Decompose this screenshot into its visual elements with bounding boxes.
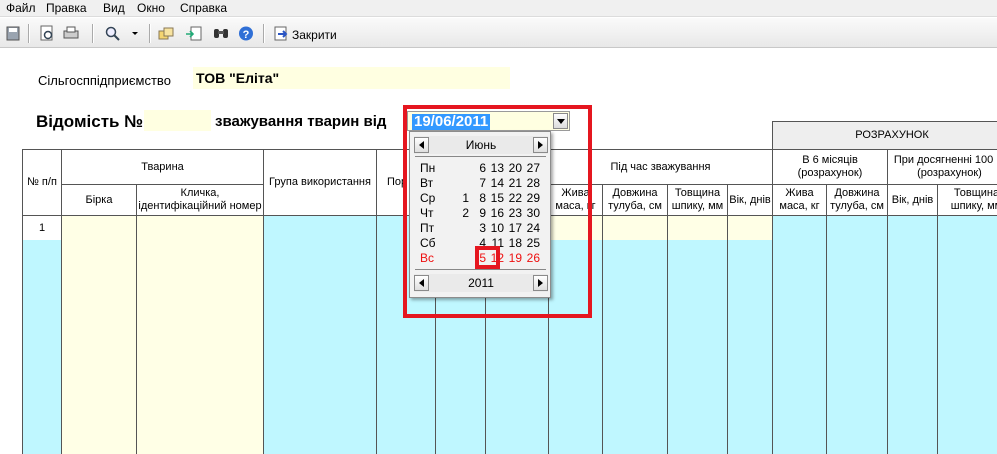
col-group-header: Група використання [263,149,377,216]
highlight-box-selected-date [475,246,500,269]
col-body-length-header: Довжина тулуба, см [602,184,668,216]
col-fat-header: Товщина шпику, мм [667,184,728,216]
toolbar: ? Закрити [0,18,997,48]
print-preview-icon[interactable] [38,25,56,42]
toolbar-separator [149,24,150,43]
col-tag-header: Бірка [61,184,137,216]
col-age-header: Вік, днів [727,184,773,216]
animal-group-header: Тварина [61,149,264,185]
calc-100-age-cell [887,215,938,241]
body-length-cell[interactable] [602,215,668,241]
name-cell[interactable] [136,215,264,241]
svg-text:?: ? [243,29,250,41]
title-prefix: Відомість № [36,112,144,131]
export-icon[interactable] [185,25,203,42]
highlight-box-calendar [403,105,592,318]
tag-cell[interactable] [61,215,137,241]
enterprise-value: ТОВ "Еліта" [196,70,280,86]
menu-edit[interactable]: Правка [46,1,87,15]
group-cell[interactable] [263,215,377,241]
col-number-header: № п/п [22,149,62,216]
toolbar-separator [28,24,29,43]
column-line [772,240,773,454]
col-100-fat-header: Товщина шпику, мм [937,184,997,216]
menu-bar: Файл Правка Вид Окно Справка [0,0,997,17]
calc-6m-length-cell [826,215,888,241]
fat-cell[interactable] [667,215,728,241]
col-100-age-header: Вік, днів [887,184,938,216]
column-line [136,240,137,454]
column-line [376,240,377,454]
col-6m-weight-header: Жива маса, кг [772,184,827,216]
menu-help[interactable]: Справка [180,1,227,15]
enterprise-field[interactable]: ТОВ "Еліта" [193,67,510,89]
help-icon[interactable]: ? [237,25,255,42]
age-cell[interactable] [727,215,773,241]
table-body-animal [61,240,264,454]
menu-window[interactable]: Окно [137,1,165,15]
col-6m-length-header: Довжина тулуба, см [826,184,888,216]
document-number-field[interactable] [144,110,211,131]
column-line [727,240,728,454]
calc-100-fat-cell [937,215,997,241]
hundred-kg-group-header: При досягненні 100 кг (розрахунок) [887,149,997,185]
close-button-label[interactable]: Закрити [292,28,337,42]
menu-view[interactable]: Вид [103,1,125,15]
column-line [667,240,668,454]
calc-header: РОЗРАХУНОК [772,121,997,150]
toolbar-separator [263,24,264,43]
row-number-cell: 1 [22,215,62,241]
close-document-icon[interactable] [272,25,290,42]
chevron-down-icon[interactable] [130,25,140,42]
column-line [263,240,264,454]
zoom-icon[interactable] [104,25,122,42]
enterprise-label: Сільгосппідприємство [38,73,171,88]
col-name-header: Кличка, ідентифікаційний номер [136,184,264,216]
find-icon[interactable] [212,25,230,42]
column-line [826,240,827,454]
print-icon[interactable] [62,25,80,42]
save-icon[interactable] [4,25,22,42]
column-line [937,240,938,454]
column-line [602,240,603,454]
menu-file[interactable]: Файл [6,1,36,15]
copy-icon[interactable] [157,25,175,42]
column-line [887,240,888,454]
title-middle: зважування тварин від [215,113,387,130]
calc-6m-weight-cell [772,215,827,241]
toolbar-separator [92,24,93,43]
six-months-group-header: В 6 місяців (розрахунок) [772,149,888,185]
